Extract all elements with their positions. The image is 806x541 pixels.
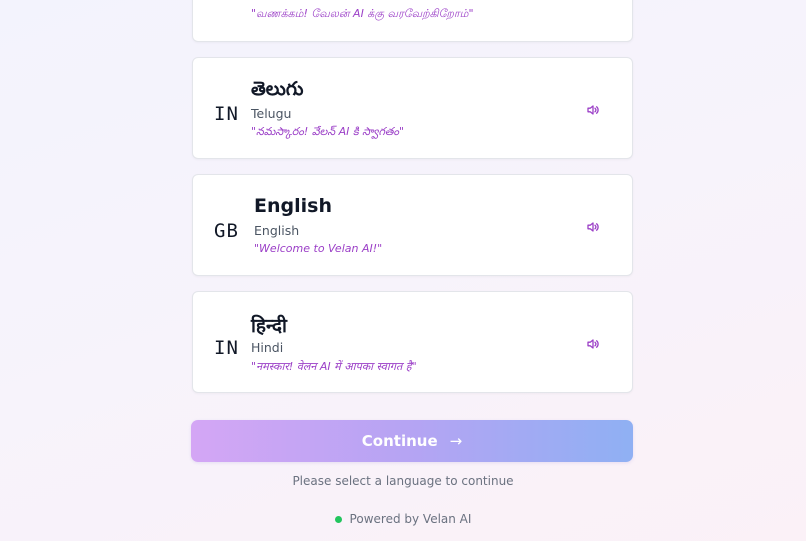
language-card-english[interactable]: GB English English "Welcome to Velan AI!… [192, 174, 633, 276]
arrow-right-icon: → [449, 432, 463, 450]
language-card-hindi[interactable]: IN हिन्दी Hindi "नमस्कार! वेलन AI में आप… [192, 291, 633, 393]
language-native-name: తెలుగు [251, 78, 304, 100]
language-english-name: Hindi [251, 340, 284, 355]
language-select-page: "வணக்கம்! வேலன் AI க்கு வரவேற்கிறோம்" IN… [0, 0, 806, 541]
language-card-tamil[interactable]: "வணக்கம்! வேலன் AI க்கு வரவேற்கிறோம்" [192, 0, 633, 42]
speaker-volume-icon[interactable] [586, 219, 600, 233]
language-greeting: "வணக்கம்! வேலன் AI க்கு வரவேற்கிறோம்" [251, 7, 474, 20]
language-native-name: English [254, 195, 332, 217]
selection-hint: Please select a language to continue [292, 474, 514, 488]
language-card-telugu[interactable]: IN తెలుగు Telugu "నమస్కారం! వేలన్ AI కి … [192, 57, 633, 159]
language-greeting: "Welcome to Velan AI!" [254, 242, 383, 255]
language-greeting: "नमस्कार! वेलन AI में आपका स्वागत है" [251, 360, 417, 373]
continue-button-label: Continue [361, 432, 438, 450]
country-code: IN [214, 103, 239, 125]
speaker-volume-icon[interactable] [586, 102, 600, 116]
language-english-name: English [254, 223, 300, 238]
powered-by-footer: Powered by Velan AI [0, 512, 806, 526]
country-code: IN [214, 337, 239, 359]
language-native-name: हिन्दी [251, 315, 287, 337]
status-dot-icon [334, 515, 342, 523]
powered-by-text: Powered by Velan AI [349, 512, 472, 526]
language-greeting: "నమస్కారం! వేలన్ AI కి స్వాగతం" [251, 125, 405, 138]
country-code: GB [214, 220, 239, 242]
language-english-name: Telugu [251, 106, 292, 121]
speaker-volume-icon[interactable] [586, 336, 600, 350]
continue-button[interactable]: Continue → [191, 420, 633, 462]
